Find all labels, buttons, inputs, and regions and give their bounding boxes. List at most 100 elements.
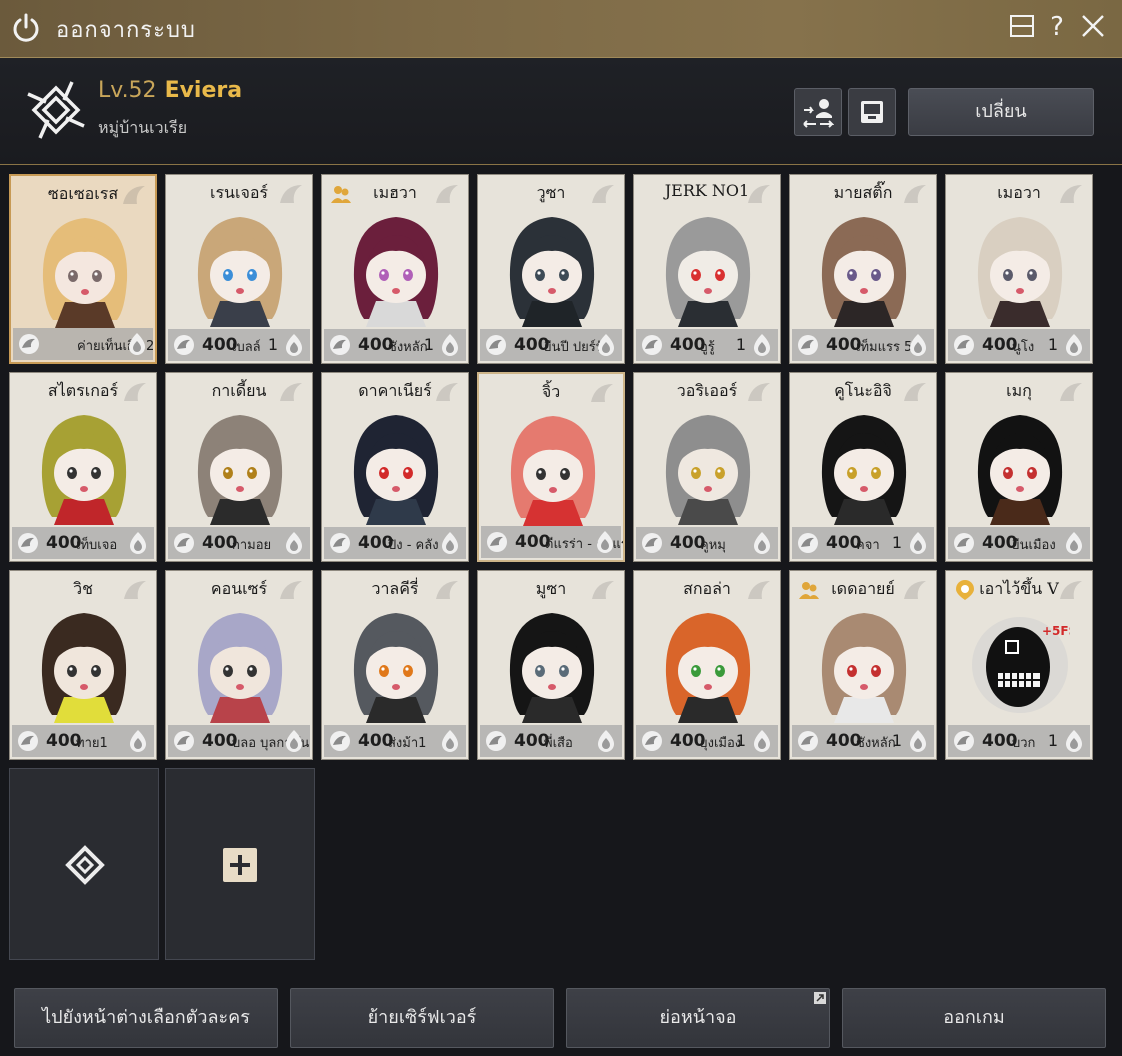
family-name: Eviera [164,78,243,103]
power-icon[interactable] [10,12,42,44]
character-slot: 1 [423,335,434,354]
character-portrait [197,217,283,327]
character-portrait [665,613,751,723]
title-bar: ออกจากระบบ ? [0,0,1122,58]
character-name: เดดอายย์ [831,579,895,598]
character-card[interactable]: ซอเซอเรส ค่ายเท็นเกิร์ 29 [9,174,157,364]
energy-icon [1066,334,1082,356]
character-portrait [977,217,1063,327]
character-card[interactable]: วิช 400 ทาย1 [9,570,157,760]
server-move-button[interactable]: ย้ายเซิร์ฟเวอร์ [290,988,554,1048]
character-card[interactable]: มายสติ๊ก 400 เท็มแรร 54 [789,174,937,364]
character-name: คูโนะอิจิ [834,381,892,400]
energy-icon [598,334,614,356]
character-status-bar: 400 ปิง - คลัง [324,527,466,559]
character-name: เรนเจอร์ [209,183,269,202]
character-card[interactable]: เรนเจอร์ 400 เบลล์ 1 [165,174,313,364]
character-card[interactable]: สกอล่า 400 ยุงเมือง 1 [633,570,781,760]
character-name: สกอล่า [683,579,731,598]
character-name: มายสติ๊ก [833,183,893,202]
character-card[interactable]: คอนเซร์ 400 บลอ บุลกาซัน [165,570,313,760]
character-card[interactable]: เดดอายย์ 400 ชังหลัก 1 [789,570,937,760]
character-name: วูซา [536,183,566,202]
window-mode-icon[interactable] [1007,12,1037,42]
external-icon [814,992,826,1004]
character-card[interactable]: วอริเออร์ 400 คูหมุ [633,372,781,562]
family-header: Lv.52 Eviera หมู่บ้านเวเรีย เปลี่ยน [0,58,1122,165]
character-name: ดาคาเนียร์ [358,381,432,400]
character-status-bar: 400 พี่เสือ [480,725,622,757]
add-character-slot[interactable] [165,768,315,960]
character-status-bar: 400 บลอ บุลกาซัน [168,725,310,757]
character-name: วาลคีรี่ [371,579,419,598]
character-status-bar: 400 ชังหลัก 1 [792,725,934,757]
character-region: ส่งม้า1 [388,736,427,751]
character-status-bar: 400 ชังหลัก 1 [324,329,466,361]
character-portrait [510,416,596,526]
pearl-icon [65,845,105,885]
character-portrait [197,415,283,525]
energy-icon [754,532,770,554]
skill-icon [174,731,194,751]
energy-icon [754,334,770,356]
character-name: มูซา [535,579,567,598]
skill-icon [330,731,350,751]
character-card[interactable]: เอาไว้ขึ้น V +5FS 400 บวก 1 [945,570,1093,760]
character-card[interactable]: เมกุ 400 ยืนเมือง [945,372,1093,562]
skill-icon [954,533,974,553]
help-icon[interactable]: ? [1042,12,1072,42]
character-status-bar: 400 เบลล์ 1 [168,329,310,361]
character-portrait [42,218,128,328]
character-card[interactable]: มูซา 400 พี่เสือ [477,570,625,760]
character-card[interactable]: วาลคีรี่ 400 ส่งม้า1 [321,570,469,760]
character-region: อูรู้ [700,340,715,355]
close-icon[interactable] [1078,12,1108,42]
swap-character-button[interactable] [794,88,842,136]
character-card[interactable]: เมอวา 400 นูโง 1 [945,174,1093,364]
empty-slot-locked[interactable] [9,768,159,960]
skill-icon [642,533,662,553]
character-card[interactable]: จิ้ว 400 ดีแรร่า - คุยแรปป [477,372,625,562]
skill-icon [330,335,350,355]
character-card[interactable]: JERK NO1 400 อูรู้ 1 [633,174,781,364]
character-portrait [665,217,751,327]
character-status-bar: 400 ยุงเมือง 1 [636,725,778,757]
change-button[interactable]: เปลี่ยน [908,88,1094,136]
character-portrait [977,415,1063,525]
energy-icon [910,334,926,356]
storage-button[interactable] [848,88,896,136]
energy-icon [910,532,926,554]
character-portrait [353,415,439,525]
energy-icon [910,730,926,752]
character-region: เบลล์ [232,340,261,355]
character-region: เท็บเจอ [76,538,118,553]
character-card[interactable]: กาเดี้ยน 400 กามอย [165,372,313,562]
character-portrait [821,415,907,525]
character-card[interactable]: คูโนะอิจิ 400 คจา 1 [789,372,937,562]
character-card[interactable]: วูซา 400 ยืนปี ปยร์ปัน [477,174,625,364]
character-portrait [41,415,127,525]
skill-icon [954,731,974,751]
character-card[interactable]: เมฮวา 400 ชังหลัก 1 [321,174,469,364]
skill-icon [18,731,38,751]
character-status-bar: 400 เท็มแรร 54 [792,329,934,361]
character-card[interactable]: สไตรเกอร์ 400 เท็บเจอ [9,372,157,562]
character-slot: 1 [891,731,902,750]
blob-text: +5FS [1042,624,1070,638]
swap-users-icon [803,99,834,128]
character-card[interactable]: ดาคาเนียร์ 400 ปิง - คลัง [321,372,469,562]
plus-icon [223,848,257,882]
minimize-button[interactable]: ย่อหน้าจอ [566,988,830,1048]
character-slot: 1 [735,335,746,354]
energy-icon [597,531,613,553]
character-slot: 1 [891,533,902,552]
energy-icon [442,334,458,356]
energy-icon [286,532,302,554]
character-select-button[interactable]: ไปยังหน้าต่างเลือกตัวละคร [14,988,278,1048]
character-status-bar: 400 เท็บเจอ [12,527,154,559]
skill-icon [19,334,39,354]
character-name: เมฮวา [373,183,417,202]
quit-game-button[interactable]: ออกเกม [842,988,1106,1048]
character-portrait [41,613,127,723]
skill-icon [174,533,194,553]
